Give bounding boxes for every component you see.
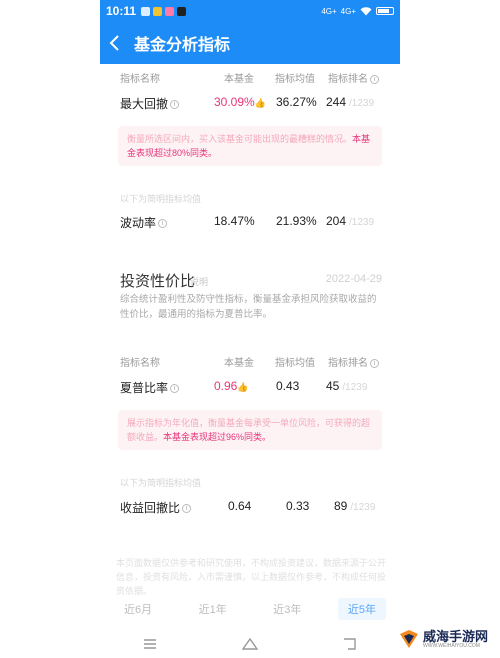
metric-label[interactable]: 波动率 i bbox=[120, 214, 168, 231]
return-icon bbox=[344, 638, 356, 650]
col-avg: 指标均值 bbox=[275, 74, 315, 85]
menu-button[interactable] bbox=[130, 634, 170, 654]
info-icon: i bbox=[170, 100, 180, 110]
info-icon: i bbox=[182, 504, 192, 514]
network-label-left: 4G+ bbox=[321, 6, 337, 16]
content-area: 指标名称 本基金 指标均值 指标排名 i 最大回撤 i 30.09%👍 36.27%… bbox=[100, 64, 400, 624]
metric-avg-value: 21.93% bbox=[276, 214, 317, 228]
metric-avg-value: 0.43 bbox=[276, 379, 300, 393]
app-notification-icon bbox=[153, 6, 163, 16]
column-headers: 指标名称 本基金 指标均值 指标排名 i bbox=[120, 354, 382, 369]
home-icon bbox=[242, 638, 258, 650]
disclaimer: 本页面数据仅供参考和研究使用，不构成投资建议，数据来源于公开信息，投资有风险，入… bbox=[116, 558, 387, 596]
tab-5-years[interactable]: 近5年 bbox=[337, 598, 386, 620]
watermark-name: 威海手游网 bbox=[423, 628, 489, 644]
page-title: 基金分析指标 bbox=[134, 37, 231, 54]
info-icon: i bbox=[370, 74, 379, 84]
metric-label[interactable]: 夏普比率 i bbox=[120, 379, 180, 396]
watermark-logo-icon bbox=[400, 630, 418, 648]
metric-rank: 244/1239 bbox=[326, 95, 375, 109]
metric-fund-value: 0.64 bbox=[228, 499, 252, 513]
tab-3-years[interactable]: 近3年 bbox=[263, 598, 311, 620]
metric-label[interactable]: 最大回撤 i bbox=[120, 95, 180, 112]
back-nav-button[interactable] bbox=[330, 634, 370, 654]
metric-fund-value: 0.96👍 bbox=[214, 379, 249, 393]
notification-icons bbox=[141, 6, 187, 16]
col-rank: 指标排名 i bbox=[328, 354, 379, 369]
tab-1-year[interactable]: 近1年 bbox=[189, 598, 237, 620]
metric-rank: 89/1239 bbox=[334, 499, 376, 513]
info-icon: i bbox=[370, 358, 379, 368]
app-header: 基金分析指标 bbox=[100, 22, 400, 64]
thumbs-up-icon: 👍 bbox=[237, 382, 249, 392]
metric-row-sharpe: 夏普比率 i 0.96👍 0.43 45/1239 bbox=[120, 379, 382, 395]
column-headers: 指标名称 本基金 指标均值 指标排名 i bbox=[120, 70, 382, 85]
status-bar: 10:11 4G+ 4G+ bbox=[100, 0, 400, 22]
app-notification-icon bbox=[141, 6, 151, 16]
metric-fund-value: 30.09%👍 bbox=[214, 95, 266, 109]
col-name: 指标名称 bbox=[120, 74, 160, 85]
calmar-subhead: 以下为简明指标均值 bbox=[120, 478, 202, 488]
metric-rank: 204/1239 bbox=[326, 214, 375, 228]
back-button[interactable] bbox=[100, 22, 128, 64]
battery-icon bbox=[376, 7, 394, 15]
info-icon: i bbox=[158, 219, 168, 229]
col-avg: 指标均值 bbox=[275, 358, 315, 369]
metric-label[interactable]: 收益回撤比 i bbox=[120, 499, 192, 516]
app-notification-icon bbox=[165, 6, 175, 16]
col-rank: 指标排名 i bbox=[328, 70, 379, 85]
wifi-icon bbox=[360, 6, 372, 15]
watermark: 威海手游网 WWW.WEIHAIYOU.COM bbox=[398, 622, 498, 656]
metric-hint-sharpe: 展示指标为年化值，衡量基金每承受一单位风险，可获得的超额收益。本基金表现超过96… bbox=[118, 410, 382, 450]
metric-fund-value: 18.47% bbox=[214, 214, 255, 228]
metric-avg-value: 36.27% bbox=[276, 95, 317, 109]
menu-icon bbox=[144, 639, 156, 649]
period-tabs: 近6月 近1年 近3年 近5年 bbox=[114, 598, 386, 620]
section-description: 综合统计盈利性及防守性指标，衡量基金承担风险获取收益的性价比，最通用的指标为夏普… bbox=[120, 294, 377, 320]
network-label-right: 4G+ bbox=[340, 6, 356, 16]
hint-text: 衡量所选区间内，买入该基金可能出现的最糟糕的情况。 bbox=[127, 134, 353, 144]
home-button[interactable] bbox=[230, 634, 270, 654]
watermark-sub: WWW.WEIHAIYOU.COM bbox=[423, 642, 480, 649]
status-time: 10:11 bbox=[106, 4, 137, 18]
tab-6-months[interactable]: 近6月 bbox=[114, 598, 162, 620]
thumbs-up-icon: 👍 bbox=[254, 98, 266, 108]
col-fund: 本基金 bbox=[224, 74, 254, 85]
status-right: 4G+ 4G+ bbox=[321, 7, 394, 16]
section-date: 2022-04-29 bbox=[325, 273, 382, 285]
section-title-investability: 投资性价比 bbox=[120, 273, 196, 290]
hint-highlight: 本基金表现超过96%同类。 bbox=[163, 432, 272, 442]
phone-screen: 10:11 4G+ 4G+ 基金分析指标 指标名称 本基金 指标均值 指标排名 i bbox=[100, 0, 400, 658]
metric-hint-max-drawdown: 衡量所选区间内，买入该基金可能出现的最糟糕的情况。本基金表现超过80%同类。 bbox=[118, 126, 382, 166]
system-nav-bar bbox=[100, 630, 400, 658]
section-badge[interactable]: 说明 bbox=[190, 275, 208, 288]
info-icon: i bbox=[170, 384, 180, 394]
metric-rank: 45/1239 bbox=[326, 379, 368, 393]
metric-row-volatility: 波动率 i 18.47% 21.93% 204/1239 bbox=[120, 214, 382, 230]
metric-row-max-drawdown: 最大回撤 i 30.09%👍 36.27% 244/1239 bbox=[120, 95, 382, 111]
col-name: 指标名称 bbox=[120, 358, 160, 369]
metric-avg-value: 0.33 bbox=[286, 499, 310, 513]
col-fund: 本基金 bbox=[224, 358, 254, 369]
tiktok-icon bbox=[177, 6, 187, 16]
chevron-left-icon bbox=[109, 35, 119, 51]
volatility-subhead: 以下为简明指标均值 bbox=[120, 194, 202, 204]
metric-row-calmar: 收益回撤比 i 0.64 0.33 89/1239 bbox=[120, 499, 382, 515]
